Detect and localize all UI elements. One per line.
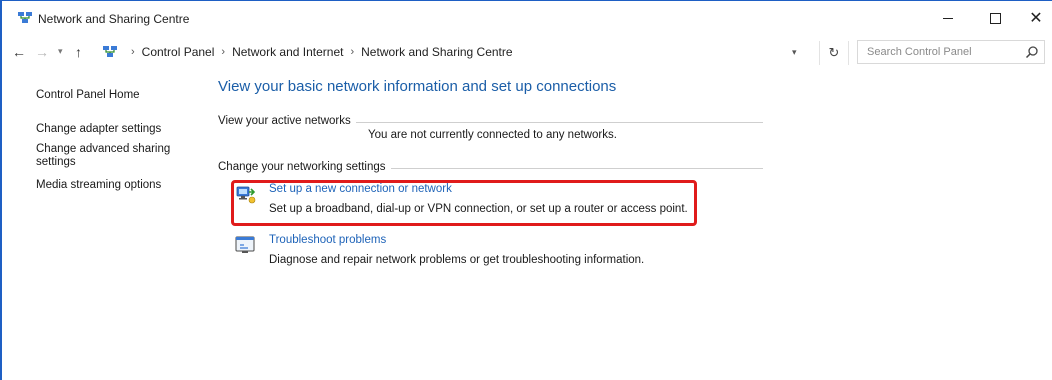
network-app-icon — [18, 12, 32, 23]
breadcrumb-control-panel[interactable]: Control Panel — [142, 45, 215, 59]
forward-arrow-icon[interactable]: → — [35, 44, 49, 60]
new-connection-icon — [236, 186, 256, 204]
setup-connection-task: Set up a new connection or network Set u… — [234, 182, 704, 220]
window-title: Network and Sharing Centre — [38, 12, 190, 26]
troubleshoot-icon — [235, 236, 255, 253]
setup-connection-link[interactable]: Set up a new connection or network — [269, 183, 452, 195]
title-bar: Network and Sharing Centre ✕ — [2, 1, 1052, 35]
breadcrumb-separator-icon[interactable]: › — [350, 46, 354, 58]
sidebar-item-adapter-settings[interactable]: Change adapter settings — [36, 123, 186, 136]
network-breadcrumb-icon — [103, 46, 117, 57]
sidebar-item-control-panel-home[interactable]: Control Panel Home — [36, 89, 186, 102]
sidebar-item-media-streaming[interactable]: Media streaming options — [36, 179, 186, 192]
maximize-icon — [989, 12, 1001, 24]
networking-settings-section: Change your networking settings — [218, 161, 763, 177]
refresh-icon: ↻ — [828, 45, 840, 60]
back-arrow-icon[interactable]: ← — [12, 44, 26, 60]
sidebar-item-advanced-sharing[interactable]: Change advanced sharing settings — [36, 143, 186, 169]
troubleshoot-description: Diagnose and repair network problems or … — [269, 254, 645, 266]
close-button[interactable]: ✕ — [1016, 5, 1052, 31]
page-title: View your basic network information and … — [218, 78, 617, 95]
active-networks-heading: View your active networks — [218, 115, 356, 127]
minimize-icon — [943, 17, 953, 19]
breadcrumb-network-internet[interactable]: Network and Internet — [232, 45, 343, 59]
networking-settings-heading: Change your networking settings — [218, 161, 391, 173]
search-box[interactable] — [857, 40, 1045, 64]
breadcrumb-network-sharing[interactable]: Network and Sharing Centre — [361, 45, 512, 59]
up-arrow-icon[interactable]: ↑ — [75, 44, 82, 60]
setup-connection-description: Set up a broadband, dial-up or VPN conne… — [269, 203, 688, 215]
breadcrumb[interactable]: › Control Panel › Network and Internet ›… — [102, 40, 842, 64]
left-navigation-pane: Control Panel Home Change adapter settin… — [2, 69, 202, 379]
minimize-button[interactable] — [928, 5, 968, 31]
network-sharing-window: Network and Sharing Centre ✕ ← → ▾ ↑ › C… — [0, 0, 1052, 380]
troubleshoot-task: Troubleshoot problems Diagnose and repai… — [234, 233, 704, 271]
refresh-button[interactable]: ↻ — [819, 41, 849, 65]
close-icon: ✕ — [1029, 10, 1043, 27]
breadcrumb-separator-icon[interactable]: › — [221, 46, 225, 58]
search-input[interactable] — [858, 41, 1034, 63]
breadcrumb-separator-icon[interactable]: › — [131, 46, 135, 58]
troubleshoot-link[interactable]: Troubleshoot problems — [269, 234, 386, 246]
network-status-text: You are not currently connected to any n… — [368, 129, 617, 141]
maximize-button[interactable] — [975, 5, 1015, 31]
address-row: ← → ▾ ↑ › Control Panel › Network and In… — [2, 35, 1052, 69]
recent-locations-chevron-icon[interactable]: ▾ — [58, 46, 63, 57]
search-icon[interactable] — [1025, 45, 1039, 59]
main-content: View your basic network information and … — [202, 69, 1052, 379]
address-dropdown-icon[interactable]: ▾ — [792, 47, 797, 58]
